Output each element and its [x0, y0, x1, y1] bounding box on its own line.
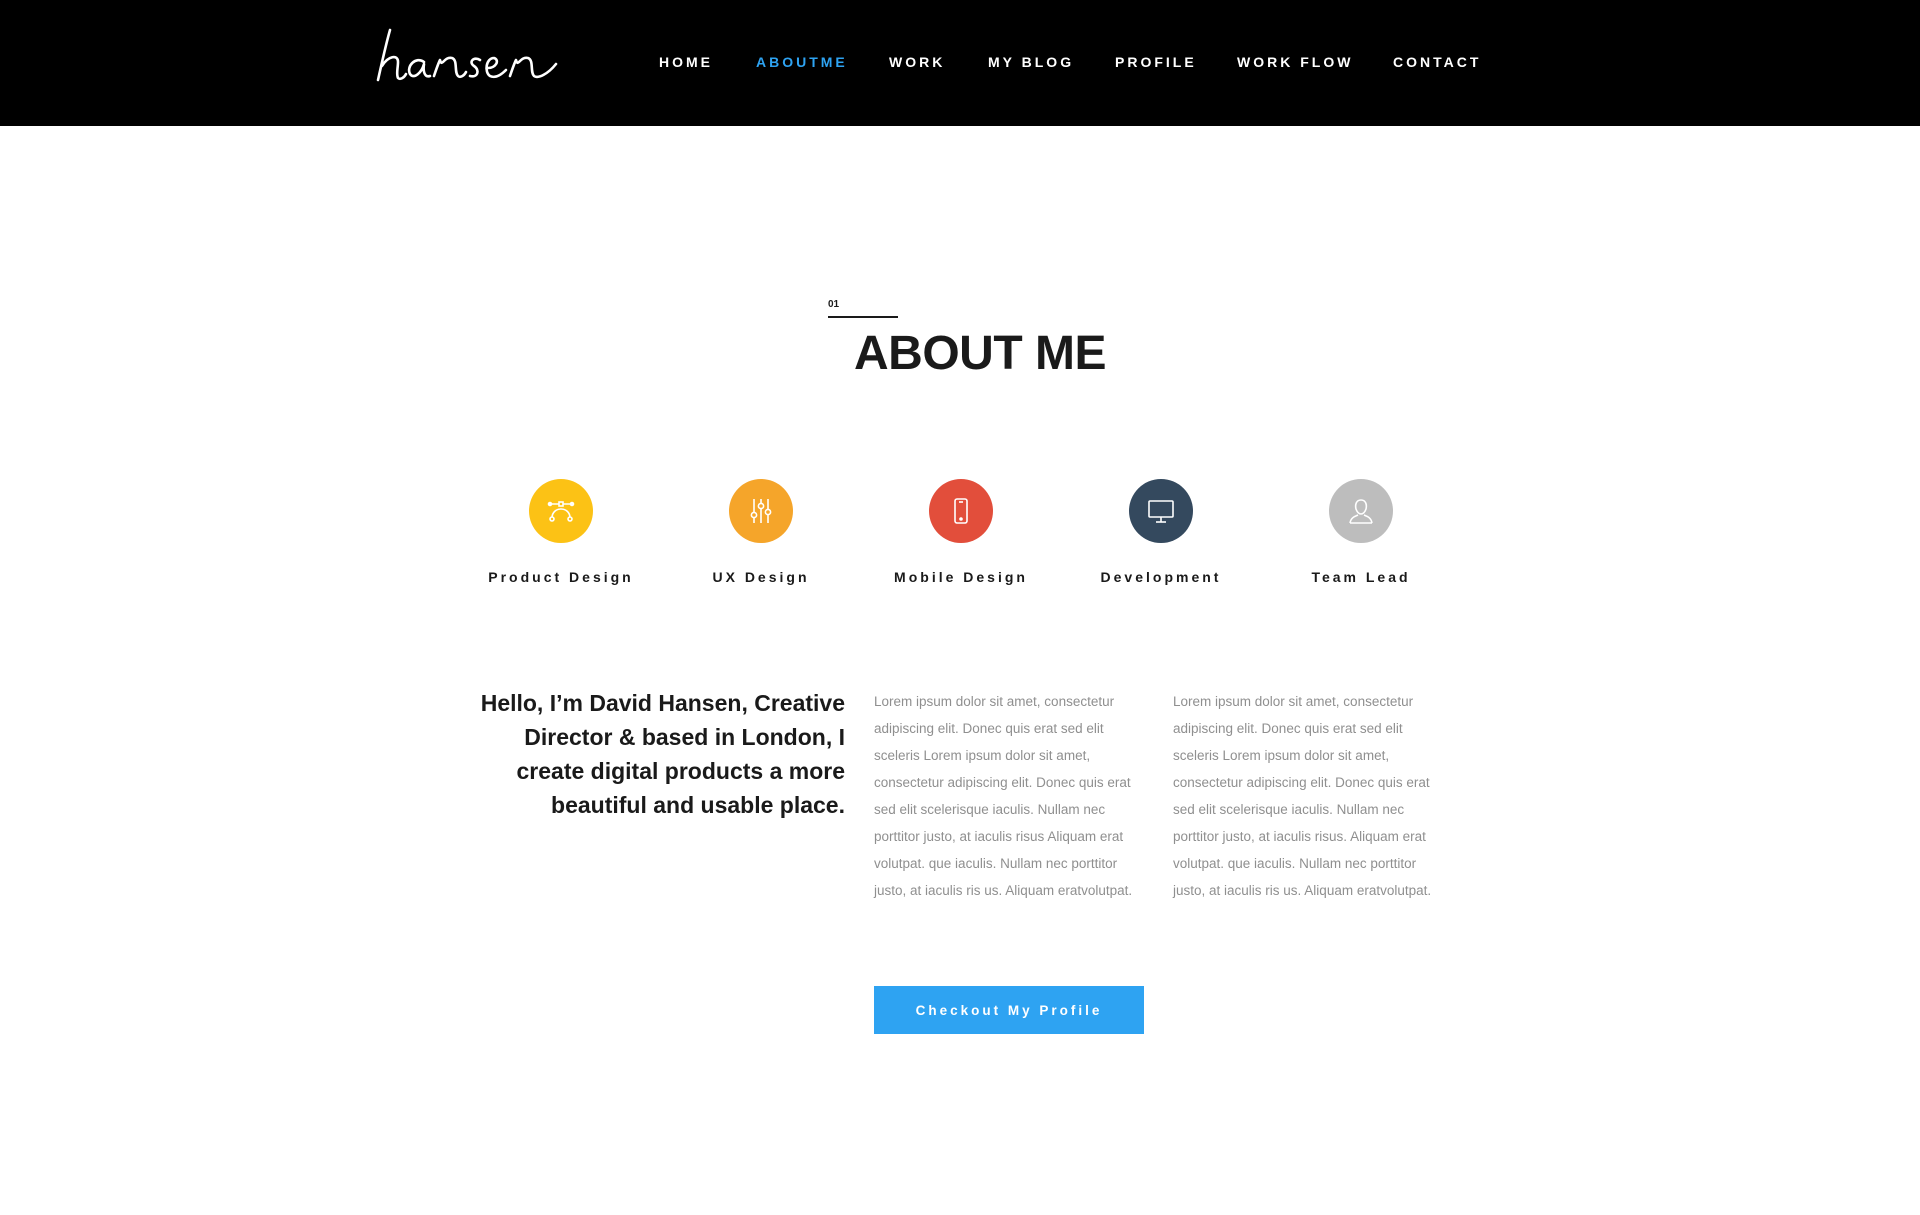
nav-item-contact[interactable]: CONTACT: [1393, 54, 1481, 70]
checkout-profile-button[interactable]: Checkout My Profile: [874, 986, 1144, 1034]
intro-paragraph-2: Lorem ipsum dolor sit amet, consectetur …: [1173, 694, 1432, 898]
smartphone-icon: [954, 498, 968, 524]
skill-label: Product Design: [488, 569, 634, 585]
skill-ux-design: UX Design: [661, 479, 861, 585]
nav-item-work[interactable]: WORK: [889, 54, 945, 70]
skill-circle: [1129, 479, 1193, 543]
main-nav: HOME ABOUTME WORK MY BLOG PROFILE WORK F…: [0, 0, 1920, 126]
skill-product-design: Product Design: [461, 479, 661, 585]
section-number: 01: [828, 299, 840, 310]
intro-paragraph-1: Lorem ipsum dolor sit amet, consectetur …: [874, 694, 1133, 898]
skill-mobile-design: Mobile Design: [861, 479, 1061, 585]
monitor-icon: [1148, 500, 1174, 523]
nav-item-work-flow[interactable]: WORK FLOW: [1237, 54, 1353, 70]
skill-team-lead: Team Lead: [1261, 479, 1461, 585]
section-divider: [828, 316, 898, 318]
skill-circle: [929, 479, 993, 543]
intro-headline: Hello, I’m David Hansen, Creative Direct…: [480, 690, 845, 818]
section-title: ABOUT ME: [854, 327, 1106, 380]
skill-circle: [529, 479, 593, 543]
skill-label: UX Design: [712, 569, 810, 585]
nav-item-my-blog[interactable]: MY BLOG: [988, 54, 1074, 70]
user-icon: [1349, 499, 1373, 524]
sliders-icon: [750, 499, 772, 523]
skill-label: Mobile Design: [894, 569, 1028, 585]
nav-item-aboutme[interactable]: ABOUTME: [756, 54, 848, 70]
skill-label: Team Lead: [1311, 569, 1411, 585]
bezier-curve-icon: [547, 501, 575, 522]
skill-circle: [729, 479, 793, 543]
skill-label: Development: [1100, 569, 1222, 585]
skill-development: Development: [1061, 479, 1261, 585]
nav-item-home[interactable]: HOME: [659, 54, 713, 70]
skill-circle: [1329, 479, 1393, 543]
site-header: HOME ABOUTME WORK MY BLOG PROFILE WORK F…: [0, 0, 1920, 126]
nav-item-profile[interactable]: PROFILE: [1115, 54, 1197, 70]
